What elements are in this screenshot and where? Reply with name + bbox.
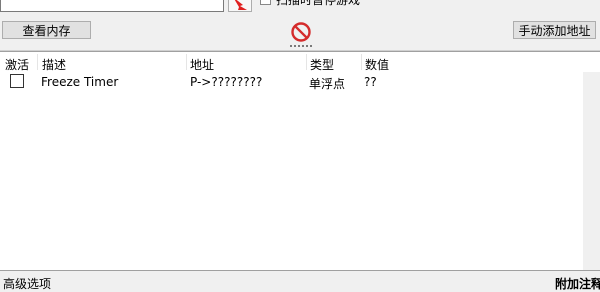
splitter-grip[interactable] bbox=[290, 45, 312, 49]
column-separator bbox=[37, 54, 38, 70]
pause-game-label: 扫描时暂停游戏 bbox=[276, 0, 361, 7]
pause-game-checkbox[interactable] bbox=[260, 0, 271, 5]
clear-list-button[interactable] bbox=[290, 21, 312, 43]
add-comment-link[interactable]: 附加注释 bbox=[555, 275, 600, 292]
scan-value-input[interactable] bbox=[0, 0, 224, 12]
row-value[interactable]: ?? bbox=[364, 75, 377, 89]
column-header-value[interactable]: 数值 bbox=[365, 56, 389, 73]
pointer-scan-button[interactable] bbox=[228, 0, 252, 12]
column-header-active[interactable]: 激活 bbox=[5, 56, 29, 73]
column-separator bbox=[306, 54, 307, 70]
row-address[interactable]: P->???????? bbox=[190, 75, 262, 89]
column-header-description[interactable]: 描述 bbox=[42, 56, 66, 73]
row-active-checkbox[interactable] bbox=[10, 74, 24, 88]
row-type[interactable]: 单浮点 bbox=[309, 75, 345, 92]
column-header-type[interactable]: 类型 bbox=[310, 56, 334, 73]
column-separator bbox=[186, 54, 187, 70]
row-description[interactable]: Freeze Timer bbox=[41, 75, 118, 89]
red-arrow-icon bbox=[234, 0, 247, 10]
no-entry-icon bbox=[291, 22, 311, 42]
column-separator bbox=[361, 54, 362, 70]
column-header-address[interactable]: 地址 bbox=[190, 56, 214, 73]
add-address-manually-button[interactable]: 手动添加地址 bbox=[513, 21, 596, 39]
vertical-scrollbar[interactable] bbox=[583, 72, 600, 270]
view-memory-button[interactable]: 查看内存 bbox=[2, 21, 91, 39]
advanced-options-link[interactable]: 高级选项 bbox=[3, 275, 51, 292]
address-list[interactable]: 激活 描述 地址 类型 数值 Freeze Timer P->???????? … bbox=[0, 51, 600, 271]
